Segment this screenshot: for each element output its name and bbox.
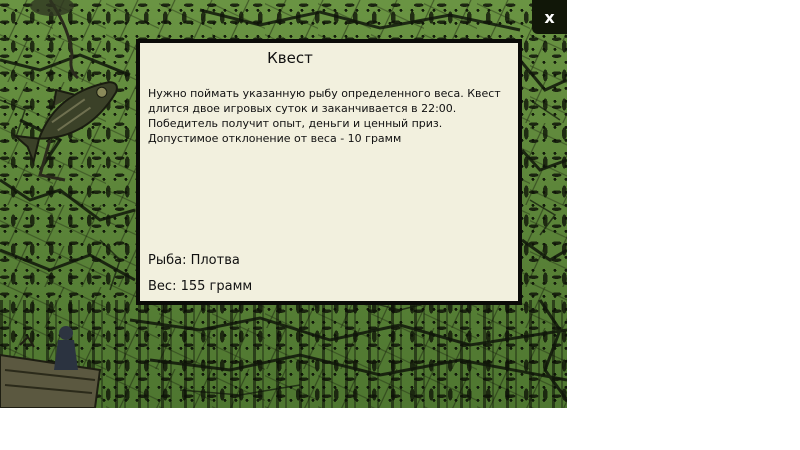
boat-decoration-icon [0, 326, 102, 408]
quest-dialog: Квест Нужно поймать указанную рыбу опред… [136, 39, 522, 305]
quest-description: Нужно поймать указанную рыбу определенно… [148, 87, 501, 145]
fish-weight-label: Вес: 155 грамм [148, 279, 253, 294]
fish-decoration-icon [12, 0, 118, 182]
dialog-title: Квест [267, 49, 313, 67]
fish-name-label: Рыба: Плотва [148, 253, 240, 268]
game-panel: x Квест Нужно поймать указанную рыбу опр… [0, 0, 567, 408]
close-icon[interactable]: x [544, 8, 554, 27]
close-button[interactable]: x [532, 0, 567, 34]
